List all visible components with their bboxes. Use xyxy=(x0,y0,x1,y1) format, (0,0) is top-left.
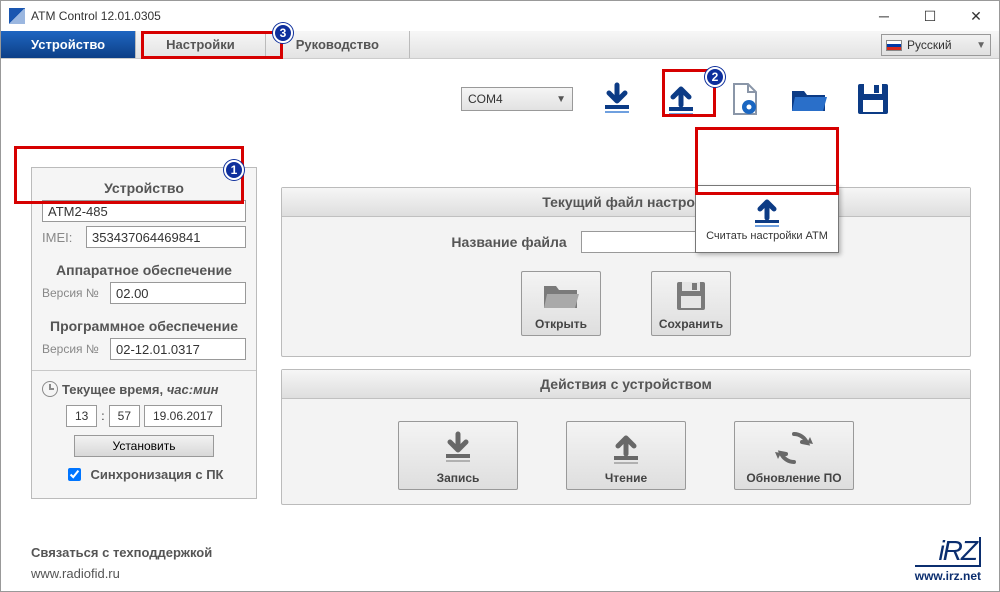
language-label: Русский xyxy=(907,38,952,52)
contact-support-link[interactable]: Связаться с техподдержкой xyxy=(31,545,212,560)
imei-input[interactable]: 353437064469841 xyxy=(86,226,246,248)
device-actions-title: Действия с устройством xyxy=(282,370,970,399)
clock-icon xyxy=(42,381,58,397)
device-actions-panel: Действия с устройством Запись Чтение Обн… xyxy=(281,369,971,505)
sw-version-label: Версия № xyxy=(42,342,104,356)
file-settings-icon[interactable] xyxy=(725,79,765,119)
software-section-title: Программное обеспечение xyxy=(42,318,246,334)
language-select[interactable]: Русский ▼ xyxy=(881,34,991,56)
chevron-down-icon: ▼ xyxy=(556,94,566,105)
sw-version-input[interactable]: 02-12.01.0317 xyxy=(110,338,246,360)
maximize-button[interactable]: ☐ xyxy=(907,1,953,31)
upload-icon[interactable] xyxy=(661,79,701,119)
badge-2: 2 xyxy=(705,67,725,87)
app-icon xyxy=(9,8,25,24)
minimize-button[interactable]: ─ xyxy=(861,1,907,31)
title-bar: ATM Control 12.01.0305 ─ ☐ ✕ xyxy=(1,1,999,31)
read-button[interactable]: Чтение xyxy=(566,421,686,490)
device-section-title: Устройство xyxy=(42,180,246,196)
badge-3: 3 xyxy=(273,23,293,43)
logo-url[interactable]: www.irz.net xyxy=(915,569,981,583)
close-button[interactable]: ✕ xyxy=(953,1,999,31)
save-icon[interactable] xyxy=(853,79,893,119)
irz-logo-icon: iRZ xyxy=(915,537,981,567)
chevron-down-icon: ▼ xyxy=(976,40,986,51)
filename-label: Название файла xyxy=(451,234,566,250)
minute-input[interactable]: 57 xyxy=(109,405,140,427)
set-time-button[interactable]: Установить xyxy=(74,435,214,457)
time-title: Текущее время, час:мин xyxy=(62,382,219,397)
sync-pc-checkbox[interactable] xyxy=(68,468,81,481)
window-title: ATM Control 12.01.0305 xyxy=(31,9,161,23)
upload-icon xyxy=(750,196,784,228)
com-port-select[interactable]: COM4 ▼ xyxy=(461,87,573,111)
update-firmware-button[interactable]: Обновление ПО xyxy=(734,421,854,490)
hardware-section-title: Аппаратное обеспечение xyxy=(42,262,246,278)
tab-device[interactable]: Устройство xyxy=(1,31,136,58)
sync-pc-label: Синхронизация с ПК xyxy=(90,467,223,482)
download-icon[interactable] xyxy=(597,79,637,119)
tab-settings[interactable]: Настройки xyxy=(136,31,266,58)
menu-bar: Устройство Настройки Руководство Русский… xyxy=(1,31,999,59)
logo: iRZ www.irz.net xyxy=(915,537,981,583)
imei-label: IMEI: xyxy=(42,230,80,245)
flag-russian-icon xyxy=(886,40,902,51)
hour-input[interactable]: 13 xyxy=(66,405,97,427)
open-file-button[interactable]: Открыть xyxy=(521,271,601,336)
tooltip-text: Считать настройки ATM xyxy=(706,230,828,242)
device-model-input[interactable]: ATM2-485 xyxy=(42,200,246,222)
footer-url[interactable]: www.radiofid.ru xyxy=(31,566,212,581)
current-file-panel: Текущий файл настроек Название файла Отк… xyxy=(281,187,971,357)
read-settings-tooltip: Считать настройки ATM xyxy=(695,185,839,253)
folder-open-icon[interactable] xyxy=(789,79,829,119)
save-file-button[interactable]: Сохранить xyxy=(651,271,731,336)
current-file-title: Текущий файл настроек xyxy=(282,188,970,217)
com-port-value: COM4 xyxy=(468,92,503,106)
write-button[interactable]: Запись xyxy=(398,421,518,490)
hw-version-label: Версия № xyxy=(42,286,104,300)
hw-version-input[interactable]: 02.00 xyxy=(110,282,246,304)
sidebar: Устройство ATM2-485 IMEI: 35343706446984… xyxy=(31,167,257,499)
date-input[interactable]: 19.06.2017 xyxy=(144,405,222,427)
badge-1: 1 xyxy=(224,160,244,180)
